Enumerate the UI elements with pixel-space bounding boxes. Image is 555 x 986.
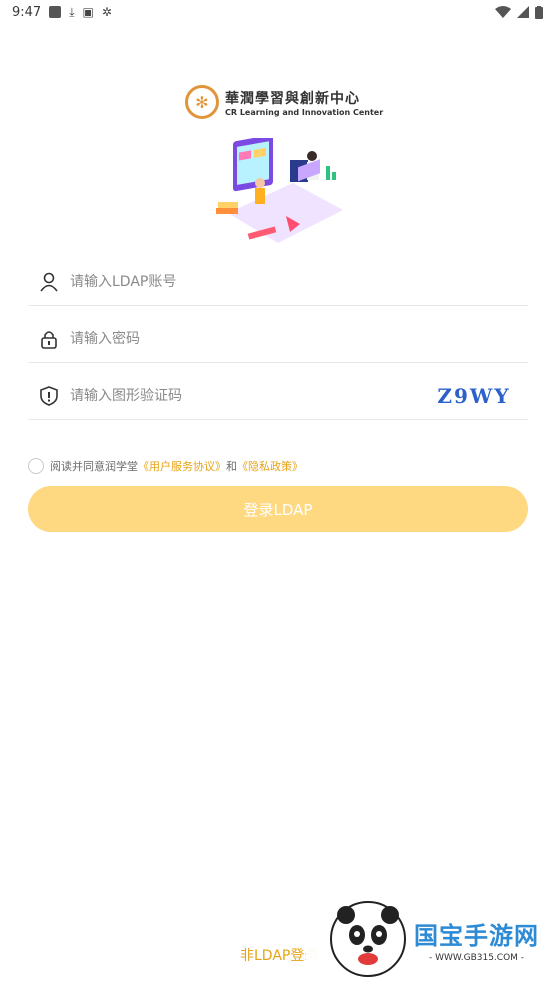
lock-icon bbox=[38, 328, 60, 350]
learning-illustration bbox=[216, 138, 343, 243]
watermark-url: - WWW.GB315.COM - bbox=[428, 952, 525, 963]
login-page: 9:47 ⤓ ▣ ✲ ✻ 華潤學習與創新中心 CR Learning and I… bbox=[0, 0, 555, 986]
user-icon bbox=[38, 271, 60, 293]
agreement-and: 和 bbox=[226, 460, 237, 473]
privacy-policy-link[interactable]: 《隐私政策》 bbox=[237, 458, 303, 474]
agreement-prefix: 阅读并同意润学堂 bbox=[50, 460, 138, 473]
user-agreement-link[interactable]: 《用户服务协议》 bbox=[138, 458, 226, 474]
status-time: 9:47 bbox=[12, 4, 42, 20]
logo-emblem-icon: ✻ bbox=[185, 85, 219, 119]
account-field bbox=[28, 259, 528, 306]
captcha-input[interactable] bbox=[68, 380, 428, 412]
account-input[interactable] bbox=[68, 266, 528, 298]
status-left: 9:47 ⤓ ▣ ✲ bbox=[0, 5, 112, 20]
battery-icon bbox=[535, 5, 543, 19]
logo-text: 華潤學習與創新中心 CR Learning and Innovation Cen… bbox=[225, 88, 383, 117]
password-input[interactable] bbox=[68, 323, 528, 355]
panda-logo-icon bbox=[330, 901, 406, 977]
login-ldap-button[interactable]: 登录LDAP bbox=[28, 486, 528, 532]
shield-icon bbox=[38, 385, 60, 407]
status-bar: 9:47 ⤓ ▣ ✲ bbox=[0, 0, 555, 24]
bug-icon: ✲ bbox=[101, 5, 112, 19]
download-icon: ⤓ bbox=[69, 4, 75, 19]
password-field bbox=[28, 316, 528, 363]
watermark-title: 国宝手游网 bbox=[414, 921, 539, 950]
captcha-image[interactable]: Z9WY bbox=[428, 382, 520, 410]
signal-icon bbox=[517, 6, 529, 18]
font-app-icon: ▣ bbox=[82, 5, 94, 19]
brand-logo: ✻ 華潤學習與創新中心 CR Learning and Innovation C… bbox=[185, 85, 383, 119]
watermark-text: 国宝手游网 - WWW.GB315.COM - bbox=[414, 916, 539, 963]
wifi-icon bbox=[495, 6, 511, 18]
captcha-field: Z9WY bbox=[28, 373, 528, 420]
logo-en-name: CR Learning and Innovation Center bbox=[225, 107, 384, 117]
notification-app-icon bbox=[49, 6, 62, 18]
logo-cn-name: 華潤學習與創新中心 bbox=[225, 90, 360, 107]
status-right bbox=[495, 5, 555, 19]
agreement-row: 阅读并同意润学堂 《用户服务协议》 和 《隐私政策》 bbox=[28, 458, 303, 474]
agree-checkbox[interactable] bbox=[28, 458, 44, 474]
site-watermark: 国宝手游网 - WWW.GB315.COM - bbox=[306, 892, 555, 986]
